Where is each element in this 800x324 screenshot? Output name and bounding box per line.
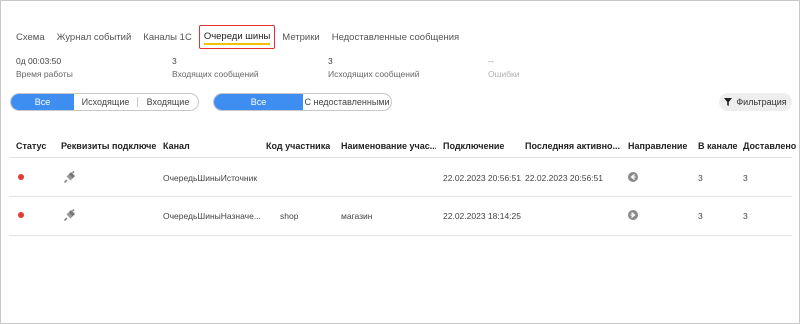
- filter-button-label: Фильтрация: [736, 97, 787, 107]
- active-tab-underline: [203, 43, 271, 45]
- filter-button[interactable]: Фильтрация: [719, 93, 792, 111]
- header-delivered[interactable]: Доставлено: [743, 141, 796, 151]
- direction-all-option[interactable]: Все: [11, 94, 74, 110]
- tab-bus-queues-label: Очереди шины: [203, 31, 271, 42]
- stat-errors-value: --: [488, 56, 494, 66]
- tab-undelivered-messages[interactable]: Недоставленные сообщения: [332, 32, 460, 43]
- tab-metrics[interactable]: Метрики: [282, 32, 319, 43]
- app-frame: Схема Журнал событий Каналы 1С Очереди ш…: [0, 0, 800, 324]
- stat-uptime-label: Время работы: [16, 69, 73, 79]
- stat-outgoing-label: Исходящих сообщений: [328, 69, 420, 79]
- stat-incoming-label: Входящих сообщений: [172, 69, 259, 79]
- cell-channel: ОчередьШиныНазначе...: [163, 211, 261, 221]
- header-connection-details[interactable]: Реквизиты подключе...: [61, 141, 156, 151]
- plug-connection-icon[interactable]: [64, 171, 76, 183]
- delivery-filter: Все С недоставленными: [213, 93, 392, 111]
- direction-outgoing-option[interactable]: Исходящие: [74, 94, 137, 110]
- stat-outgoing-value: 3: [328, 56, 333, 66]
- cell-connected: 22.02.2023 20:56:51: [443, 173, 521, 183]
- cell-connected: 22.02.2023 18:14:25: [443, 211, 521, 221]
- direction-incoming-option[interactable]: Входящие: [138, 94, 198, 110]
- cell-participant-code: shop: [280, 211, 299, 221]
- tab-schema[interactable]: Схема: [16, 32, 45, 43]
- cell-in-channel: 3: [698, 211, 703, 221]
- stat-incoming: 3 Входящих сообщений: [172, 56, 259, 79]
- tab-1c-channels[interactable]: Каналы 1С: [143, 32, 192, 43]
- arrow-left-icon: [628, 172, 638, 182]
- header-participant-code[interactable]: Код участника: [266, 141, 330, 151]
- stat-uptime-value: 0д 00:03:50: [16, 56, 62, 66]
- stat-incoming-value: 3: [172, 56, 177, 66]
- header-channel[interactable]: Канал: [163, 141, 190, 151]
- stat-errors-label: Ошибки: [488, 69, 520, 79]
- tab-bus-queues[interactable]: Очереди шины: [198, 25, 276, 49]
- header-connected[interactable]: Подключение: [443, 141, 504, 151]
- header-direction[interactable]: Направление: [628, 141, 687, 151]
- stat-outgoing: 3 Исходящих сообщений: [328, 56, 419, 79]
- cell-channel: ОчередьШиныИсточник: [163, 173, 258, 183]
- cell-last-activity: 22.02.2023 20:56:51: [525, 173, 603, 183]
- status-indicator-icon: [18, 174, 24, 180]
- row-divider: [9, 235, 792, 236]
- header-in-channel[interactable]: В канале: [698, 141, 738, 151]
- cell-delivered: 3: [743, 173, 748, 183]
- direction-filter: Все Исходящие Входящие: [10, 93, 199, 111]
- header-participant-name[interactable]: Наименование учас...: [341, 141, 436, 151]
- cell-in-channel: 3: [698, 173, 703, 183]
- stat-uptime: 0д 00:03:50 Время работы: [16, 56, 73, 79]
- header-divider: [9, 157, 792, 158]
- stat-errors: -- Ошибки: [488, 56, 520, 79]
- arrow-right-icon: [628, 210, 638, 220]
- status-indicator-icon: [18, 212, 24, 218]
- delivery-all-option[interactable]: Все: [214, 94, 303, 110]
- header-last-activity[interactable]: Последняя активно...: [525, 141, 620, 151]
- tab-bar: Схема Журнал событий Каналы 1С Очереди ш…: [16, 25, 471, 49]
- tab-event-log[interactable]: Журнал событий: [57, 32, 132, 43]
- funnel-icon: [724, 98, 733, 106]
- header-status[interactable]: Статус: [16, 141, 46, 151]
- row-divider: [9, 196, 792, 197]
- plug-connection-icon[interactable]: [64, 209, 76, 221]
- cell-participant-name: магазин: [341, 211, 373, 221]
- cell-delivered: 3: [743, 211, 748, 221]
- delivery-undelivered-option[interactable]: С недоставленными: [303, 94, 391, 110]
